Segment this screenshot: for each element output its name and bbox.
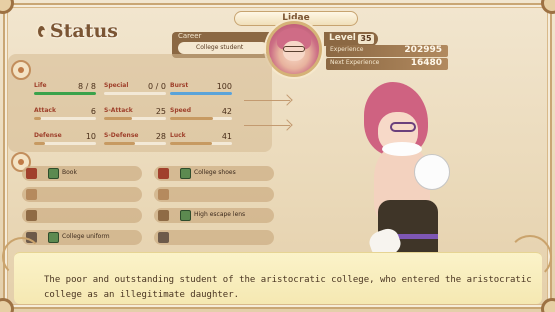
stat-s_attack: S-Attack 25 xyxy=(104,107,166,122)
stat-special: Special 0 / 0 xyxy=(104,82,166,97)
stat-bar-fill xyxy=(170,117,214,120)
swirl-ornament-icon xyxy=(2,237,42,277)
equip-slot-socks[interactable]: High escape lens xyxy=(154,208,274,223)
career-label: Career xyxy=(178,32,202,40)
stat-value: 8 / 8 xyxy=(78,82,96,91)
book-icon xyxy=(26,168,37,179)
stat-current: 0 xyxy=(148,82,154,91)
item-icon xyxy=(180,168,191,179)
stat-value: 6 xyxy=(90,107,96,116)
sprite-collar xyxy=(382,142,422,156)
slot-icon xyxy=(26,189,37,200)
stat-max: 0 xyxy=(160,82,166,91)
sprite-sleeve xyxy=(414,154,450,190)
stat-max: 8 xyxy=(90,82,96,91)
stat-life: Life 8 / 8 xyxy=(34,82,96,97)
status-screen: Status Lidae Career College student Leve… xyxy=(0,0,555,312)
stat-bar-fill xyxy=(170,92,232,95)
sprite-glasses xyxy=(390,122,416,132)
equip-slot-legs[interactable] xyxy=(154,187,274,202)
stat-attack: Attack 6 xyxy=(34,107,96,122)
stat-current: 8 xyxy=(78,82,84,91)
boot-icon xyxy=(158,168,169,179)
level-value: 35 xyxy=(358,34,374,44)
stat-value: 28 xyxy=(155,132,166,141)
stat-value: 42 xyxy=(221,107,232,116)
legs-icon xyxy=(158,189,169,200)
description-dialog: The poor and outstanding student of the … xyxy=(2,235,552,304)
stat-speed: Speed 42 xyxy=(170,107,232,122)
next-experience-value: 16480 xyxy=(410,58,442,68)
item-icon xyxy=(48,168,59,179)
experience-row: Experience 202995 xyxy=(326,45,448,57)
description-text: The poor and outstanding student of the … xyxy=(44,275,532,300)
stat-label: Attack xyxy=(34,107,56,114)
arrow-right-icon xyxy=(244,125,290,126)
stat-label: Luck xyxy=(170,132,186,139)
glove-icon xyxy=(26,210,37,221)
character-portrait xyxy=(266,21,322,77)
equip-item-name: College uniform xyxy=(62,233,110,240)
stat-bar-track xyxy=(34,117,96,120)
stat-value: 0 / 0 xyxy=(148,82,166,91)
level-label: Level xyxy=(329,33,356,43)
stat-bar-fill xyxy=(170,142,213,145)
next-experience-row: Next Experience 16480 xyxy=(326,58,448,70)
stats-tab-icon[interactable] xyxy=(11,60,31,80)
stat-bar-track xyxy=(104,92,166,95)
arrow-right-icon xyxy=(244,100,290,101)
experience-value: 202995 xyxy=(404,45,442,55)
sock-icon xyxy=(158,210,169,221)
equip-slot-accessory[interactable] xyxy=(22,187,142,202)
stat-label: Life xyxy=(34,82,47,89)
stat-bar-fill xyxy=(104,117,132,120)
experience-label: Experience xyxy=(330,46,364,53)
stat-bar-fill xyxy=(104,142,135,145)
stat-value: 41 xyxy=(221,132,232,141)
heart-icon xyxy=(36,23,47,39)
stat-s_defense: S-Defense 28 xyxy=(104,132,166,147)
screen-title: Status xyxy=(36,19,118,43)
portrait-glasses xyxy=(283,46,305,52)
stat-bar-fill xyxy=(34,117,42,120)
equip-item-name: Book xyxy=(62,169,77,176)
equip-slot-weapon[interactable]: Book xyxy=(22,166,142,181)
ring-icon xyxy=(158,232,169,243)
stat-value: 10 xyxy=(85,132,96,141)
stat-burst: Burst 100 xyxy=(170,82,232,97)
stat-value: 25 xyxy=(155,107,166,116)
stat-defense: Defense 10 xyxy=(34,132,96,147)
character-sprite xyxy=(352,82,472,272)
equip-slot-top[interactable]: College uniform xyxy=(22,230,142,245)
next-experience-label: Next Experience xyxy=(330,59,380,66)
stat-value: 100 xyxy=(216,82,232,91)
stat-label: Special xyxy=(104,82,129,89)
equip-slot-gloves[interactable] xyxy=(22,208,142,223)
item-icon xyxy=(180,210,191,221)
equip-slot-ring[interactable] xyxy=(154,230,274,245)
career-value: College student xyxy=(178,42,268,54)
screen-title-text: Status xyxy=(49,20,118,42)
stat-bar-fill xyxy=(34,142,46,145)
stat-label: S-Defense xyxy=(104,132,139,139)
stat-label: Speed xyxy=(170,107,192,114)
stat-bar-fill xyxy=(34,92,96,95)
item-icon xyxy=(48,232,59,243)
stat-label: S-Attack xyxy=(104,107,133,114)
equip-item-name: High escape lens xyxy=(194,211,246,218)
stat-label: Defense xyxy=(34,132,62,139)
stat-luck: Luck 41 xyxy=(170,132,232,147)
stat-label: Burst xyxy=(170,82,189,89)
equip-slot-shoes[interactable]: College shoes xyxy=(154,166,274,181)
equip-item-name: College shoes xyxy=(194,169,236,176)
